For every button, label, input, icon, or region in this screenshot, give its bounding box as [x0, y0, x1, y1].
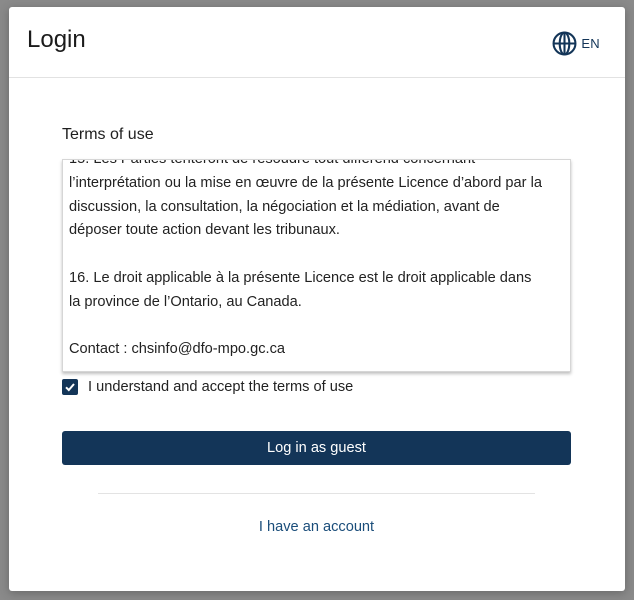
terms-line: 16. Le droit applicable à la présente Li…	[69, 269, 532, 286]
terms-line: discussion, la consultation, la négociat…	[69, 198, 500, 215]
checkmark-icon	[65, 383, 75, 392]
terms-scroll-box[interactable]: 15. Les Parties tenteront de résoudre to…	[62, 159, 571, 372]
terms-contact: Contact : chsinfo@dfo-mpo.gc.ca	[69, 341, 285, 358]
language-toggle[interactable]: EN	[552, 31, 600, 56]
divider	[98, 493, 535, 494]
accept-terms-label[interactable]: I understand and accept the terms of use	[88, 379, 353, 395]
login-as-guest-button[interactable]: Log in as guest	[62, 431, 571, 465]
terms-line: 15. Les Parties tenteront de résoudre to…	[69, 159, 476, 167]
accept-terms-row: I understand and accept the terms of use	[62, 379, 353, 395]
terms-line: déposer toute action devant les tribunau…	[69, 222, 340, 239]
login-dialog: Login EN Terms of use 15. Les Parties te…	[9, 7, 625, 591]
accept-terms-checkbox[interactable]	[62, 379, 78, 395]
terms-line: l’interprétation ou la mise en œuvre de …	[69, 174, 542, 191]
language-label: EN	[581, 36, 600, 51]
globe-icon	[552, 31, 577, 56]
dialog-title: Login	[27, 26, 86, 53]
terms-text: 15. Les Parties tenteront de résoudre to…	[69, 159, 563, 362]
dialog-header: Login EN	[9, 7, 625, 78]
have-account-link[interactable]: I have an account	[62, 519, 571, 535]
terms-line: la province de l’Ontario, au Canada.	[69, 293, 302, 310]
terms-title: Terms of use	[62, 126, 154, 143]
